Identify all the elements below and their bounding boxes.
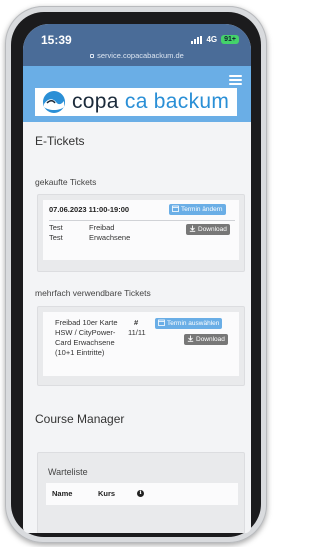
logo-text-cabackum: ca backum [124,90,230,113]
waitlist-card: Warteliste Name Kurs i [37,452,245,533]
status-bar: 15:39 4G 91+ service.copacabackum.de [23,24,251,66]
calendar-icon [172,205,179,212]
reschedule-button[interactable]: Termin ändern [169,204,226,215]
ticket-description-line: HSW / CityPower- [55,328,116,337]
ticket-type: Freibad [89,223,115,232]
select-date-button[interactable]: Termin auswählen [155,318,223,329]
ticket-category: Erwachsene [89,233,131,242]
battery-icon: 91+ [221,35,239,44]
logo-text-copa: copa [72,90,119,113]
calendar-icon [158,319,165,326]
download-button[interactable]: Download [184,334,228,345]
ticket-holder-name: Test [49,223,63,232]
bought-tickets-heading: gekaufte Tickets [35,177,97,187]
ticket-description-line: Card Erwachsene [55,338,115,347]
site-header: copa ca backum [23,66,251,122]
course-manager-title: Course Manager [35,412,125,426]
phone-screen: 15:39 4G 91+ service.copacabackum.de cop… [23,24,251,533]
hamburger-icon[interactable] [229,75,242,85]
ticket-date-time: 07.06.2023 11:00-19:00 [49,205,130,214]
multi-tickets-heading: mehrfach verwendbare Tickets [35,288,151,298]
info-circle-icon[interactable]: i [137,490,144,497]
ticket-description-line: Freibad 10er Karte [55,318,118,327]
multi-ticket-panel: Freibad 10er Karte HSW / CityPower- Card… [43,312,239,376]
signal-icon [191,35,203,44]
download-button[interactable]: Download [186,224,230,235]
download-icon [187,335,194,342]
network-label: 4G [206,35,218,44]
bought-ticket-panel: 07.06.2023 11:00-19:00 Termin ändern Tes… [43,200,239,260]
bought-ticket-card: 07.06.2023 11:00-19:00 Termin ändern Tes… [37,194,245,272]
download-icon [189,225,196,232]
multi-ticket-card: Freibad 10er Karte HSW / CityPower- Card… [37,306,245,386]
column-header-course: Kurs [98,489,116,498]
page-title: E-Tickets [35,134,85,148]
url-bar[interactable]: service.copacabackum.de [23,51,251,60]
remaining-count: 11/11 [128,328,146,337]
status-indicators: 4G 91+ [191,35,239,44]
url-text: service.copacabackum.de [97,51,184,60]
divider [49,220,235,221]
lock-icon [90,54,95,58]
column-header-name: Name [52,489,73,498]
count-header: # [134,318,139,327]
waitlist-table-header: Name Kurs i [46,483,238,505]
site-logo[interactable]: copa ca backum [35,88,237,116]
status-time: 15:39 [41,33,72,47]
wave-logo-icon [43,91,65,113]
ticket-holder-name: Test [49,233,63,242]
main-content: E-Tickets gekaufte Tickets 07.06.2023 11… [23,122,251,533]
ticket-description-line: (10+1 Eintritte) [55,348,105,357]
waitlist-heading: Warteliste [48,467,88,477]
